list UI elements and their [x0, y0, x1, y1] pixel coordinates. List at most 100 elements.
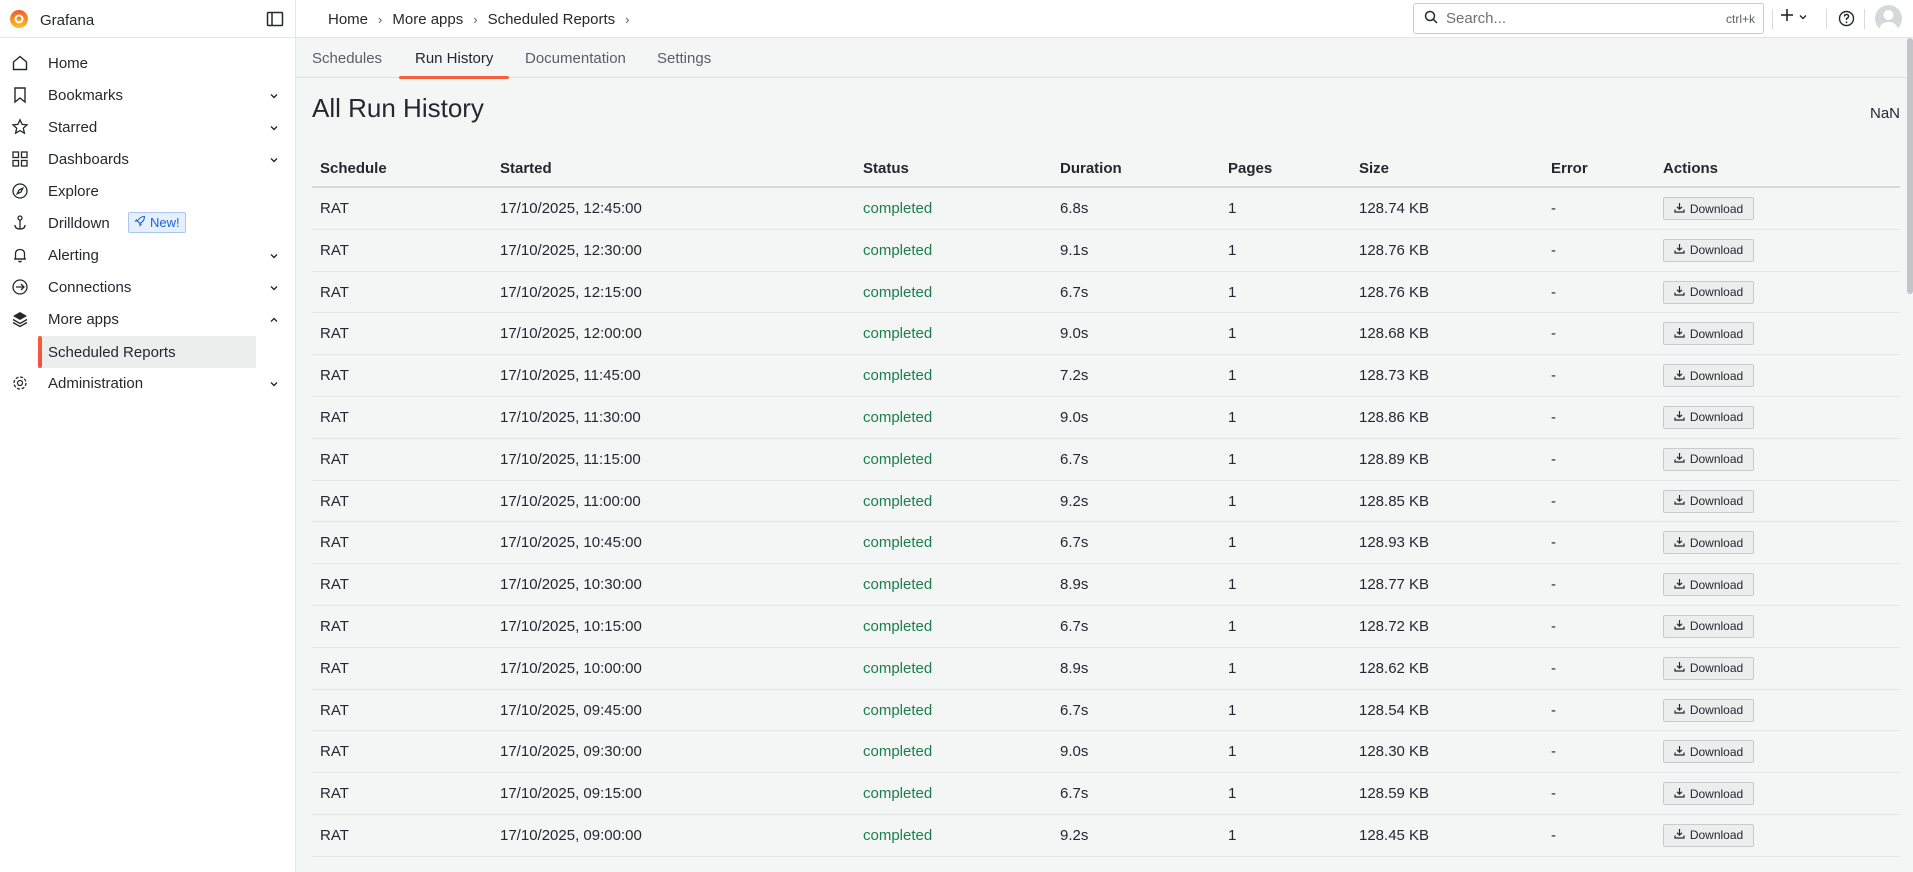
download-button[interactable]: Download [1663, 698, 1754, 722]
cell-duration: 9.0s [1060, 408, 1089, 426]
download-icon [1674, 494, 1685, 508]
chevron-down-icon[interactable] [268, 249, 280, 261]
cell-error: - [1551, 283, 1556, 301]
help-icon[interactable] [1838, 10, 1855, 30]
cell-duration: 8.9s [1060, 576, 1089, 594]
sidebar-item-explore[interactable]: Explore [0, 175, 295, 207]
download-button[interactable]: Download [1663, 405, 1754, 429]
download-button[interactable]: Download [1663, 489, 1754, 513]
cell-status: completed [863, 701, 933, 719]
cell-status: completed [863, 408, 933, 426]
dock-menu-icon[interactable] [266, 10, 284, 28]
column-header-error[interactable]: Error [1551, 160, 1588, 177]
chevron-down-icon[interactable] [268, 89, 280, 101]
download-button[interactable]: Download [1663, 614, 1754, 638]
sidebar-item-connections[interactable]: Connections [0, 271, 295, 303]
rocket-icon [134, 215, 146, 230]
download-icon [1674, 745, 1685, 759]
download-icon [1674, 327, 1685, 341]
column-header-started[interactable]: Started [500, 160, 552, 177]
sidebar-item-administration[interactable]: Administration [0, 367, 295, 399]
download-button[interactable]: Download [1663, 197, 1754, 220]
chevron-down-icon[interactable] [268, 153, 280, 165]
tab-settings[interactable]: Settings [641, 38, 727, 78]
table-header: Schedule Started Status Duration Pages S… [312, 150, 1900, 188]
sidebar-item-drilldown[interactable]: Drilldown New! [0, 207, 295, 239]
sidebar-item-scheduled-reports[interactable]: Scheduled Reports [38, 336, 256, 368]
column-header-status[interactable]: Status [863, 160, 909, 177]
apps-icon [11, 150, 29, 168]
cell-schedule: RAT [320, 826, 349, 844]
cell-duration: 9.0s [1060, 325, 1089, 343]
cell-duration: 8.9s [1060, 659, 1089, 677]
column-header-pages[interactable]: Pages [1228, 160, 1272, 177]
cell-status: completed [863, 492, 933, 510]
download-button[interactable]: Download [1663, 322, 1754, 346]
tab-run-history[interactable]: Run History [399, 38, 510, 79]
sidebar-item-more-apps[interactable]: More apps [0, 303, 295, 335]
download-button[interactable]: Download [1663, 782, 1754, 806]
download-button[interactable]: Download [1663, 447, 1754, 471]
cell-started: 17/10/2025, 10:45:00 [500, 534, 642, 552]
download-button[interactable]: Download [1663, 573, 1754, 597]
breadcrumb-home[interactable]: Home [328, 11, 368, 28]
breadcrumb-scheduled-reports[interactable]: Scheduled Reports [488, 11, 616, 28]
cell-pages: 1 [1228, 283, 1237, 301]
chevron-down-icon[interactable] [268, 121, 280, 133]
cell-pages: 1 [1228, 534, 1237, 552]
search-input[interactable] [1446, 10, 1726, 27]
column-header-schedule[interactable]: Schedule [320, 160, 387, 177]
chevron-down-icon[interactable] [268, 281, 280, 293]
download-button[interactable]: Download [1663, 531, 1754, 555]
cell-size: 128.45 KB [1359, 826, 1430, 844]
tab-documentation[interactable]: Documentation [509, 38, 642, 78]
avatar[interactable] [1875, 5, 1902, 32]
download-button[interactable]: Download [1663, 364, 1754, 388]
sidebar-item-home[interactable]: Home [0, 47, 295, 79]
cell-error: - [1551, 241, 1556, 259]
download-button[interactable]: Download [1663, 280, 1754, 304]
cell-started: 17/10/2025, 12:15:00 [500, 283, 642, 301]
cell-duration: 6.7s [1060, 701, 1089, 719]
divider [1864, 9, 1865, 29]
sidebar-item-label: Bookmarks [48, 86, 124, 104]
tab-schedules[interactable]: Schedules [296, 38, 398, 78]
breadcrumb: Home › More apps › Scheduled Reports › [328, 0, 640, 38]
table-row: RAT 17/10/2025, 11:15:00 completed 6.7s 1 128… [312, 439, 1900, 481]
sidebar-item-alerting[interactable]: Alerting [0, 239, 295, 271]
scrollbar[interactable] [1907, 38, 1913, 294]
cell-duration: 7.2s [1060, 367, 1089, 385]
column-header-size[interactable]: Size [1359, 160, 1389, 177]
cell-size: 128.62 KB [1359, 659, 1430, 677]
cell-error: - [1551, 785, 1556, 803]
table-row: RAT 17/10/2025, 09:00:00 completed 9.2s 1 128… [312, 815, 1900, 857]
sidebar-item-starred[interactable]: Starred [0, 111, 295, 143]
new-button[interactable] [1780, 8, 1808, 25]
table-row: RAT 17/10/2025, 09:30:00 completed 9.0s 1 128… [312, 731, 1900, 774]
cell-schedule: RAT [320, 743, 349, 761]
sidebar-item-label: Scheduled Reports [48, 343, 176, 361]
download-icon [1674, 285, 1685, 299]
download-button[interactable]: Download [1663, 823, 1754, 847]
column-header-duration[interactable]: Duration [1060, 160, 1122, 177]
search-box[interactable]: ctrl+k [1413, 3, 1764, 34]
sidebar-item-dashboards[interactable]: Dashboards [0, 143, 295, 175]
sidebar-item-bookmarks[interactable]: Bookmarks [0, 79, 295, 111]
cell-duration: 9.0s [1060, 743, 1089, 761]
brand[interactable]: Grafana [8, 8, 94, 33]
download-button-label: Download [1689, 703, 1744, 718]
cell-started: 17/10/2025, 10:30:00 [500, 576, 642, 594]
cell-pages: 1 [1228, 492, 1237, 510]
cell-error: - [1551, 367, 1556, 385]
column-header-actions: Actions [1663, 160, 1719, 177]
cell-schedule: RAT [320, 200, 349, 217]
breadcrumb-more-apps[interactable]: More apps [392, 11, 463, 28]
table-row: RAT 17/10/2025, 10:00:00 completed 8.9s 1 128… [312, 648, 1900, 690]
chevron-down-icon[interactable] [268, 377, 280, 389]
download-button[interactable]: Download [1663, 740, 1754, 764]
download-button[interactable]: Download [1663, 656, 1754, 680]
download-button[interactable]: Download [1663, 238, 1754, 262]
cell-pages: 1 [1228, 659, 1237, 677]
cell-schedule: RAT [320, 408, 349, 426]
chevron-up-icon[interactable] [268, 313, 280, 325]
